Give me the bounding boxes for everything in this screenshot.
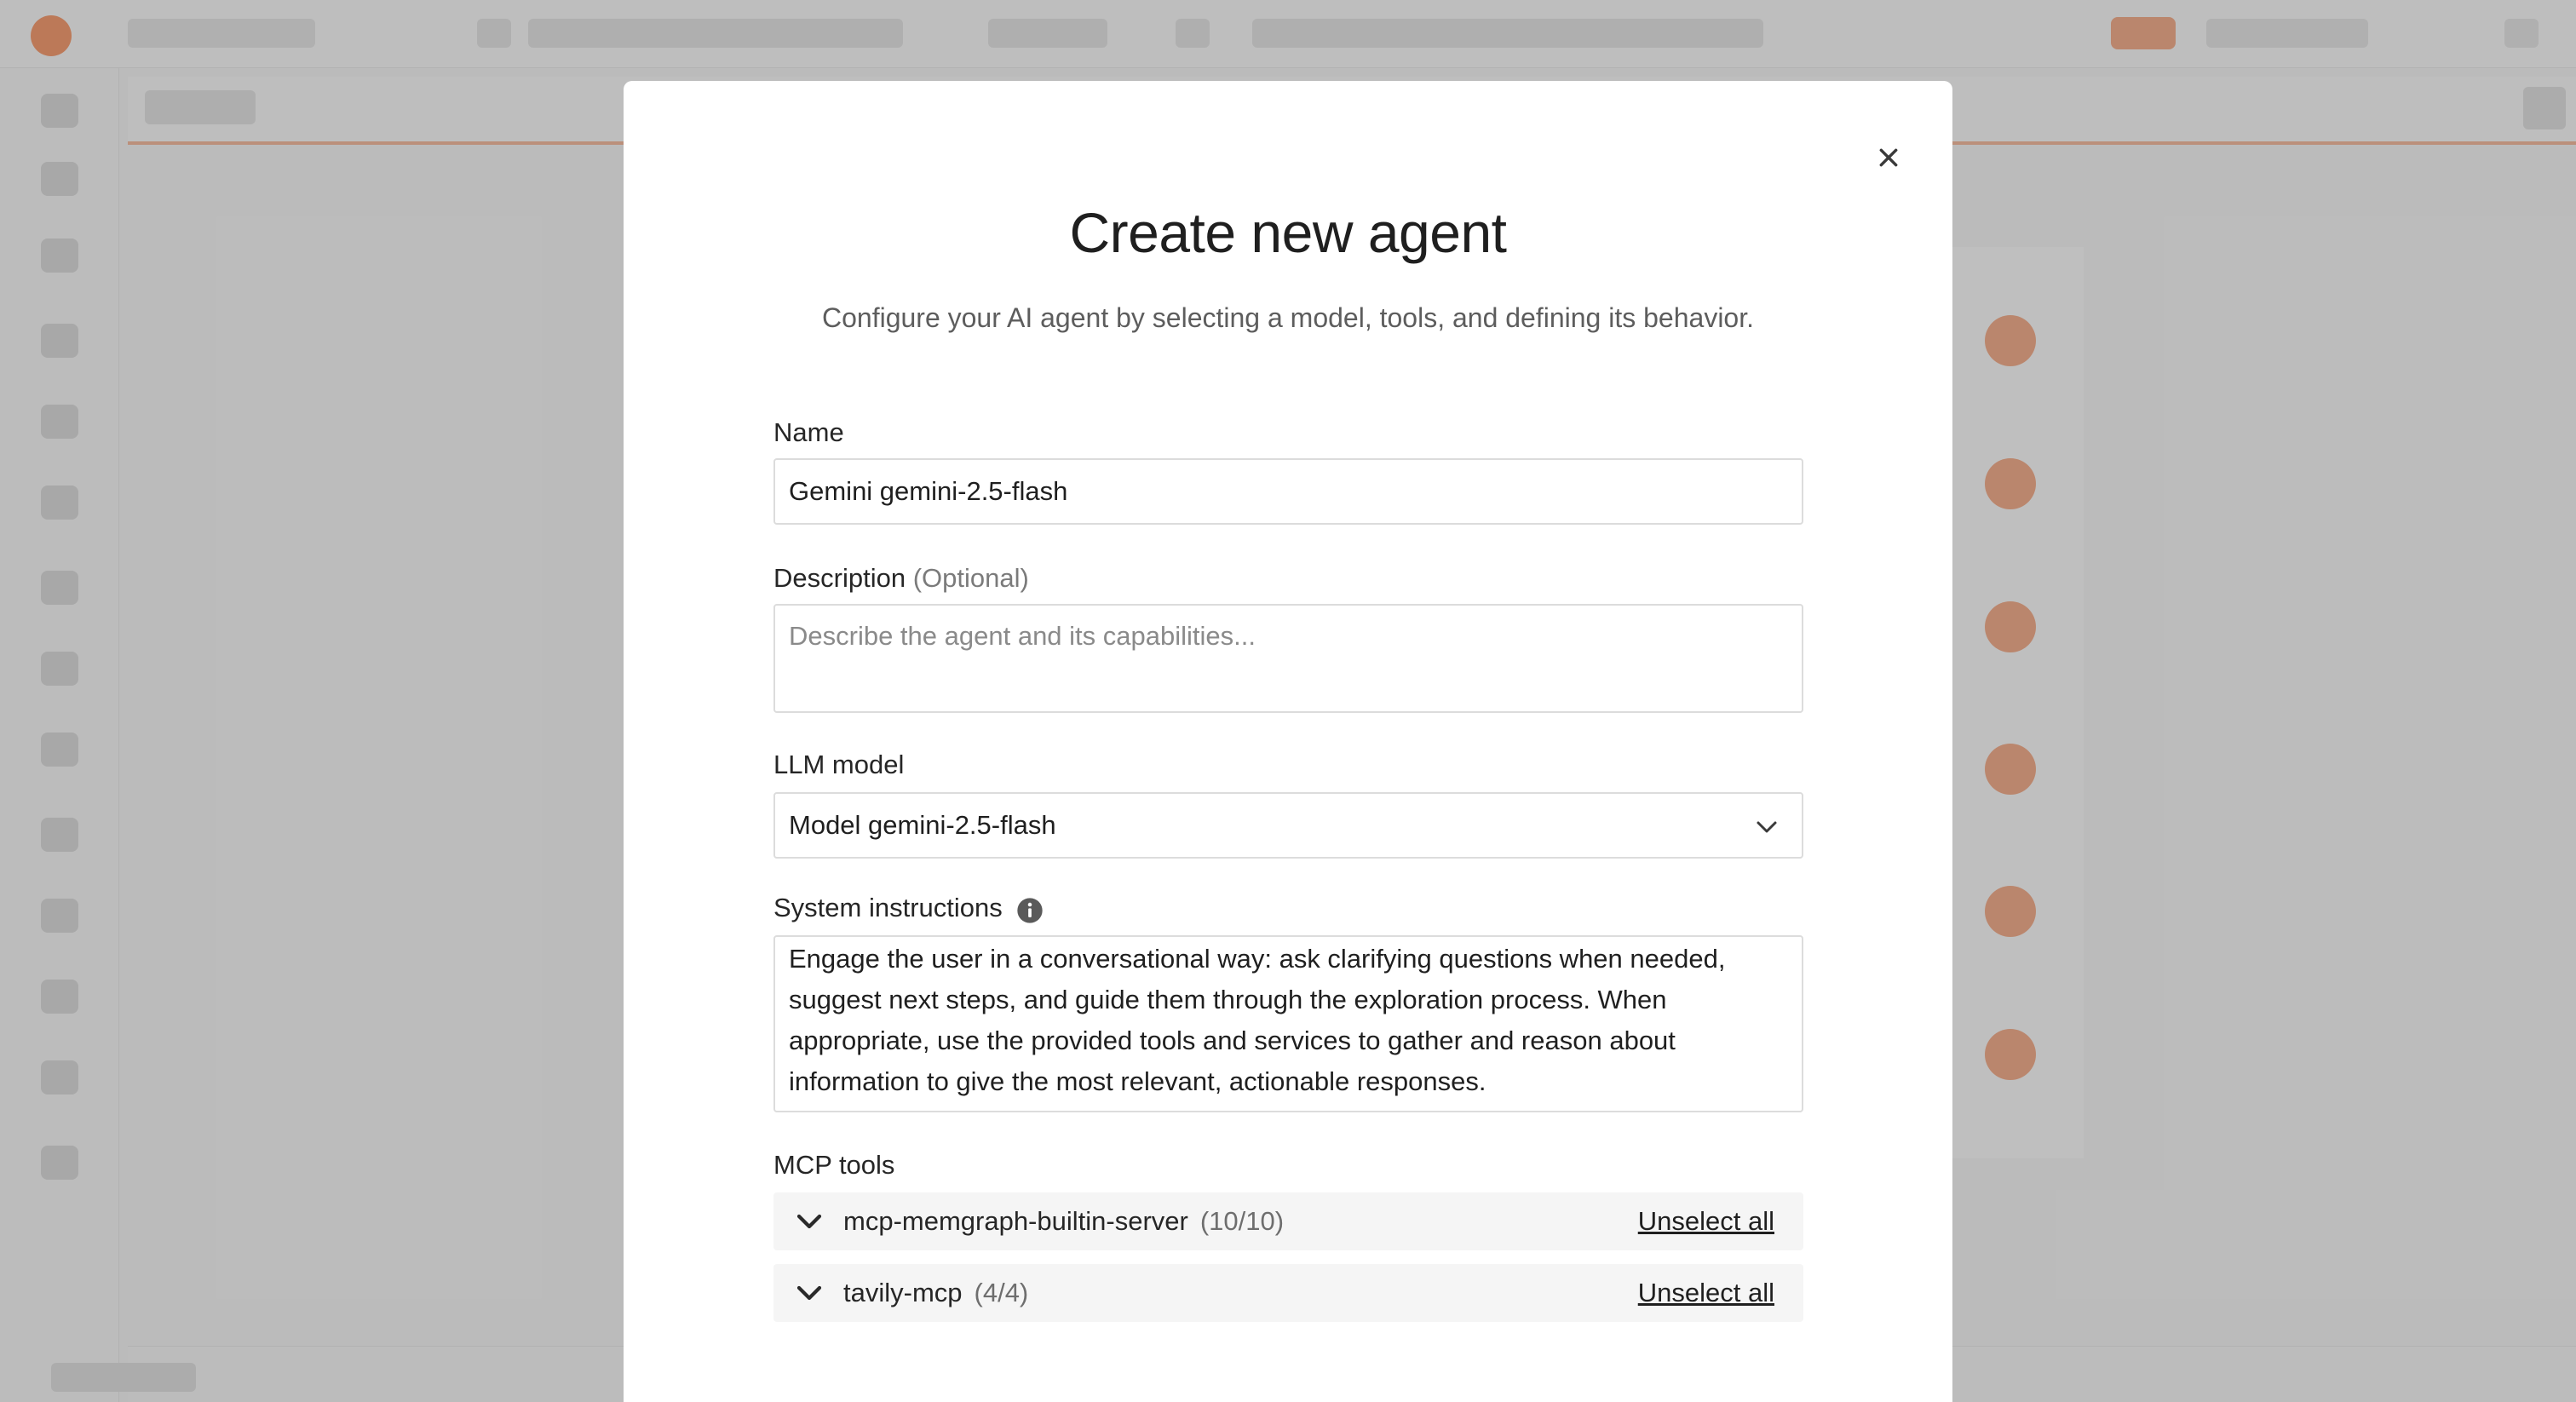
info-icon[interactable]: [1016, 897, 1044, 924]
mcp-server-row[interactable]: tavily-mcp (4/4) Unselect all: [773, 1264, 1803, 1322]
description-placeholder: Describe the agent and its capabilities.…: [789, 621, 1256, 651]
mcp-server-name: tavily-mcp: [843, 1278, 963, 1307]
name-input[interactable]: Gemini gemini-2.5-flash: [773, 458, 1803, 525]
system-instructions-textarea[interactable]: Engage the user in a conversational way:…: [773, 935, 1803, 1112]
mcp-server-count: (4/4): [974, 1278, 1029, 1307]
modal-title: Create new agent: [1069, 201, 1507, 264]
mcp-tools-label: MCP tools: [773, 1150, 895, 1180]
mcp-server-count: (10/10): [1199, 1206, 1285, 1236]
description-label: Description (Optional): [773, 563, 1029, 594]
llm-model-select[interactable]: Model gemini-2.5-flash: [773, 792, 1803, 859]
mcp-server-row[interactable]: mcp-memgraph-builtin-server (10/10) Unse…: [773, 1192, 1803, 1250]
system-instructions-label: System instructions: [773, 893, 1003, 922]
chevron-down-icon[interactable]: [794, 1206, 825, 1237]
chevron-down-icon: [1757, 821, 1777, 833]
chevron-down-icon[interactable]: [794, 1278, 825, 1308]
name-input-value: Gemini gemini-2.5-flash: [789, 476, 1068, 506]
unselect-all-button[interactable]: Unselect all: [1638, 1278, 1774, 1308]
llm-model-label: LLM model: [773, 750, 905, 779]
modal-subtitle: Configure your AI agent by selecting a m…: [821, 302, 1754, 333]
llm-model-selected: Model gemini-2.5-flash: [789, 810, 1056, 840]
create-agent-modal: Create new agent Configure your AI agent…: [624, 81, 1952, 1402]
close-button[interactable]: [1863, 132, 1914, 183]
close-icon: [1879, 148, 1898, 167]
unselect-all-button[interactable]: Unselect all: [1638, 1206, 1774, 1237]
description-label-text: Description: [773, 563, 906, 593]
name-label: Name: [773, 417, 844, 447]
optional-label: (Optional): [912, 563, 1029, 593]
mcp-server-name: mcp-memgraph-builtin-server: [843, 1206, 1188, 1236]
description-textarea[interactable]: Describe the agent and its capabilities.…: [773, 604, 1803, 713]
